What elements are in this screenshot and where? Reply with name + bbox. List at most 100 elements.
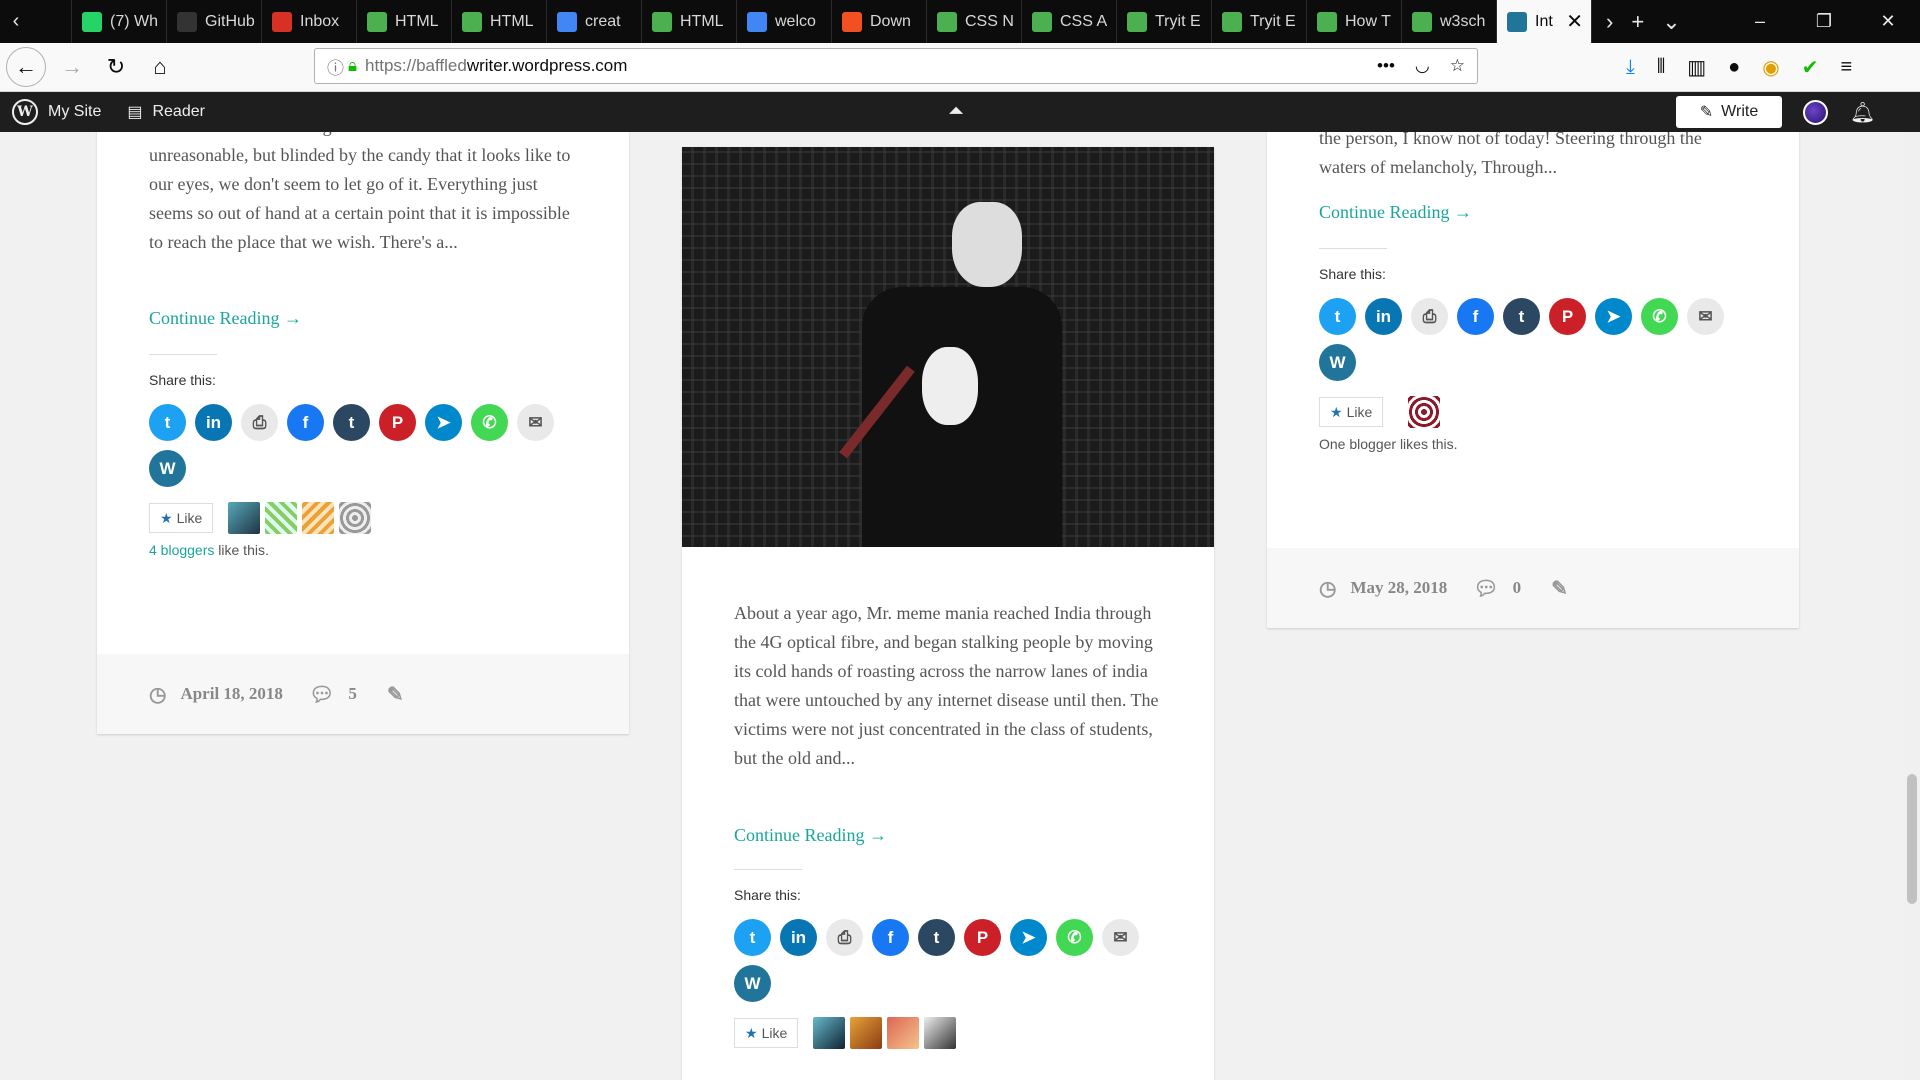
- liker-avatar[interactable]: [887, 1017, 920, 1049]
- browser-tab[interactable]: HTML: [642, 0, 737, 43]
- liker-avatar[interactable]: [265, 502, 298, 534]
- checkmark-extension-icon[interactable]: ✔: [1802, 55, 1819, 80]
- sidebar-icon[interactable]: ▥: [1687, 55, 1706, 80]
- browser-tab[interactable]: CSS A: [1022, 0, 1117, 43]
- minimize-icon[interactable]: –: [1728, 11, 1792, 32]
- share-linkedin-icon[interactable]: in: [780, 919, 817, 956]
- share-wordpress-icon[interactable]: W: [1319, 344, 1356, 381]
- share-telegram-icon[interactable]: ➤: [1010, 919, 1047, 956]
- browser-tab[interactable]: (7) Wh: [72, 0, 167, 43]
- browser-tab[interactable]: CSS N: [927, 0, 1022, 43]
- share-email-icon[interactable]: ✉: [1102, 919, 1139, 956]
- edit-icon[interactable]: ✎: [387, 682, 404, 707]
- share-telegram-icon[interactable]: ➤: [1595, 298, 1632, 335]
- share-email-icon[interactable]: ✉: [1687, 298, 1724, 335]
- share-pinterest-icon[interactable]: P: [964, 919, 1001, 956]
- page-actions-icon[interactable]: •••: [1377, 56, 1395, 76]
- close-window-icon[interactable]: ✕: [1856, 11, 1920, 32]
- share-whatsapp-icon[interactable]: ✆: [1056, 919, 1093, 956]
- scroll-top-icon[interactable]: ⏶: [948, 100, 964, 123]
- share-linkedin-icon[interactable]: in: [1365, 298, 1402, 335]
- browser-tab[interactable]: HTML: [452, 0, 547, 43]
- share-wordpress-icon[interactable]: W: [149, 450, 186, 487]
- tab-scroll-left-icon[interactable]: ‹: [0, 0, 32, 43]
- liker-avatar[interactable]: [302, 502, 335, 534]
- info-icon[interactable]: ⓘ: [327, 54, 344, 79]
- bookmark-star-icon[interactable]: ☆: [1450, 56, 1465, 76]
- library-icon[interactable]: ⫴: [1657, 56, 1665, 79]
- write-button[interactable]: ✎ Write: [1676, 96, 1782, 128]
- liker-avatar[interactable]: [850, 1017, 883, 1049]
- page-scrollbar[interactable]: [1904, 132, 1920, 1080]
- extension-icon[interactable]: ◉: [1762, 55, 1779, 80]
- likers-link[interactable]: 4 bloggers: [149, 542, 214, 558]
- share-tumblr-icon[interactable]: t: [1503, 298, 1540, 335]
- tab-scroll-right-icon[interactable]: ›: [1606, 9, 1613, 35]
- browser-tab[interactable]: welco: [737, 0, 832, 43]
- browser-tab[interactable]: GitHub: [167, 0, 262, 43]
- download-icon[interactable]: ⤓: [1626, 56, 1635, 79]
- share-twitter-icon[interactable]: t: [1319, 298, 1356, 335]
- menu-icon[interactable]: ≡: [1840, 56, 1852, 79]
- tab-partial[interactable]: [32, 0, 72, 43]
- share-print-icon[interactable]: ⎙: [826, 919, 863, 956]
- post-date[interactable]: May 28, 2018: [1350, 578, 1447, 598]
- browser-tab[interactable]: Down: [832, 0, 927, 43]
- share-print-icon[interactable]: ⎙: [1411, 298, 1448, 335]
- browser-tab[interactable]: HTML: [357, 0, 452, 43]
- liker-avatar[interactable]: [924, 1017, 957, 1049]
- comment-count[interactable]: 5: [348, 684, 357, 704]
- browser-tab[interactable]: Int ✕: [1497, 0, 1592, 43]
- reader-link[interactable]: ▤ Reader: [127, 102, 205, 122]
- share-facebook-icon[interactable]: f: [872, 919, 909, 956]
- browser-tab[interactable]: Tryit E: [1117, 0, 1212, 43]
- like-button[interactable]: ★ Like: [734, 1018, 799, 1048]
- browser-tab[interactable]: Tryit E: [1212, 0, 1307, 43]
- share-facebook-icon[interactable]: f: [287, 404, 324, 441]
- share-pinterest-icon[interactable]: P: [379, 404, 416, 441]
- pocket-icon[interactable]: ◡: [1415, 56, 1430, 76]
- share-email-icon[interactable]: ✉: [517, 404, 554, 441]
- continue-reading-link[interactable]: Continue Reading →: [1319, 202, 1472, 223]
- liker-avatar[interactable]: [339, 502, 372, 534]
- share-whatsapp-icon[interactable]: ✆: [471, 404, 508, 441]
- share-wordpress-icon[interactable]: W: [734, 965, 771, 1002]
- close-tab-icon[interactable]: ✕: [1566, 9, 1583, 34]
- tab-list-icon[interactable]: ⌄: [1662, 9, 1680, 35]
- liker-avatar[interactable]: [1408, 396, 1441, 428]
- post-featured-image[interactable]: [682, 147, 1214, 547]
- liker-avatar[interactable]: [813, 1017, 846, 1049]
- share-linkedin-icon[interactable]: in: [195, 404, 232, 441]
- continue-reading-link[interactable]: Continue Reading →: [734, 825, 887, 846]
- share-tumblr-icon[interactable]: t: [918, 919, 955, 956]
- notifications-icon[interactable]: 🔔︎: [1850, 100, 1875, 125]
- share-tumblr-icon[interactable]: t: [333, 404, 370, 441]
- liker-avatar[interactable]: [228, 502, 261, 534]
- scrollbar-thumb[interactable]: [1907, 774, 1917, 904]
- share-facebook-icon[interactable]: f: [1457, 298, 1494, 335]
- my-site-link[interactable]: W My Site: [12, 99, 101, 125]
- url-bar[interactable]: ⓘ 🔒︎ https://baffled writer.wordpress.com…: [314, 48, 1478, 84]
- like-button[interactable]: ★ Like: [149, 503, 214, 533]
- continue-reading-link[interactable]: Continue Reading →: [149, 308, 302, 329]
- user-avatar[interactable]: [1803, 100, 1828, 125]
- share-pinterest-icon[interactable]: P: [1549, 298, 1586, 335]
- account-icon[interactable]: ●: [1728, 56, 1740, 79]
- share-twitter-icon[interactable]: t: [734, 919, 771, 956]
- share-twitter-icon[interactable]: t: [149, 404, 186, 441]
- browser-tab[interactable]: How T: [1307, 0, 1402, 43]
- share-whatsapp-icon[interactable]: ✆: [1641, 298, 1678, 335]
- home-icon[interactable]: ⌂: [142, 49, 178, 85]
- browser-tab[interactable]: Inbox: [262, 0, 357, 43]
- like-button[interactable]: ★ Like: [1319, 397, 1384, 427]
- browser-tab[interactable]: creat: [547, 0, 642, 43]
- restore-icon[interactable]: ❐: [1792, 11, 1856, 32]
- comment-count[interactable]: 0: [1513, 578, 1522, 598]
- share-telegram-icon[interactable]: ➤: [425, 404, 462, 441]
- edit-icon[interactable]: ✎: [1551, 576, 1568, 601]
- browser-tab[interactable]: w3sch: [1402, 0, 1497, 43]
- post-date[interactable]: April 18, 2018: [180, 684, 282, 704]
- reload-icon[interactable]: ↻: [98, 49, 134, 85]
- new-tab-icon[interactable]: +: [1631, 9, 1644, 35]
- back-arrow-icon[interactable]: ←: [6, 47, 46, 87]
